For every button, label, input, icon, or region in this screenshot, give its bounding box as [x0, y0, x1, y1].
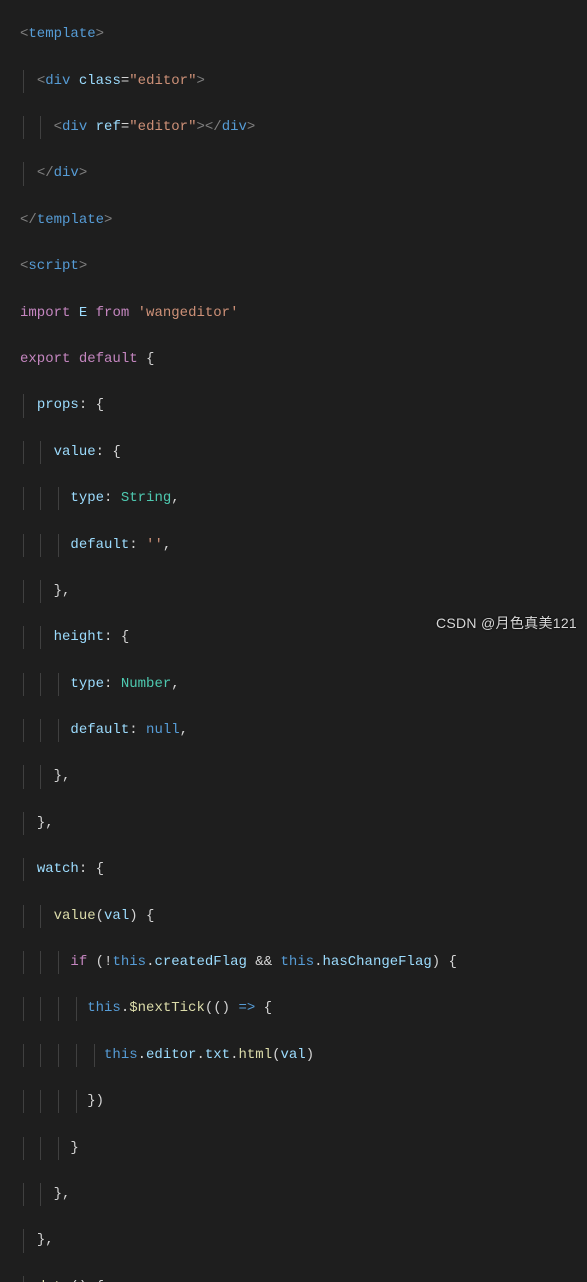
watermark-text: CSDN @月色真美121: [436, 612, 577, 635]
code-editor[interactable]: <template> <div class="editor"> <div ref…: [0, 0, 587, 1282]
